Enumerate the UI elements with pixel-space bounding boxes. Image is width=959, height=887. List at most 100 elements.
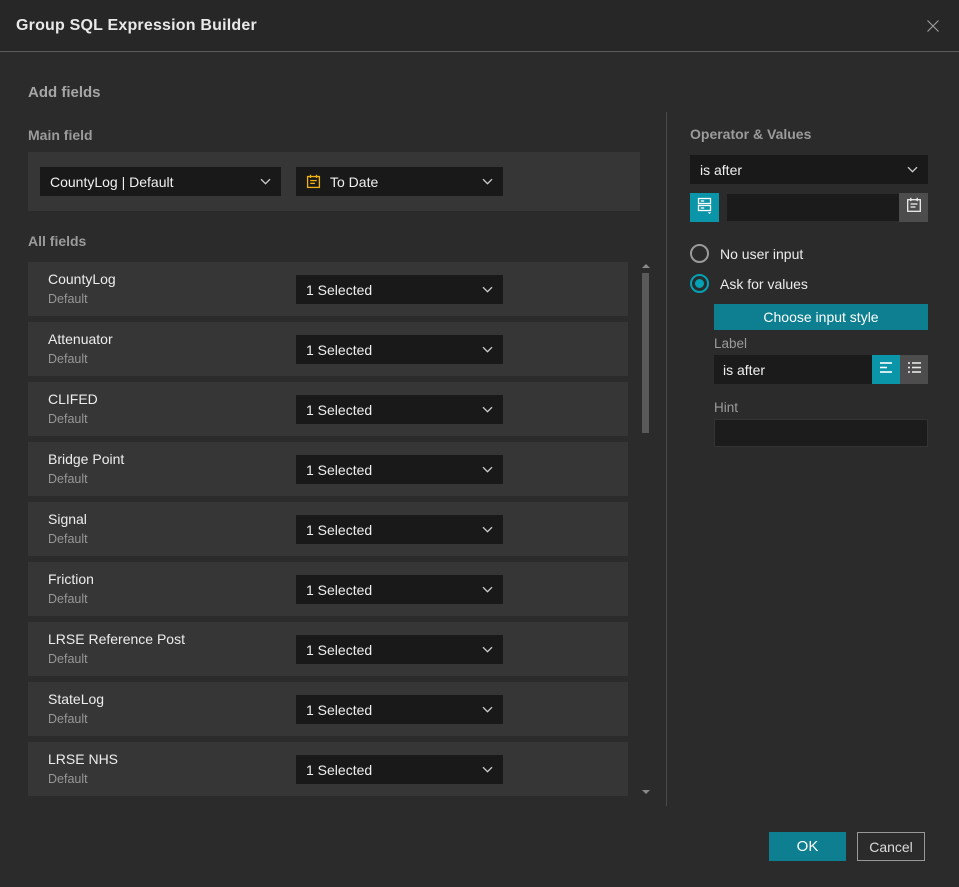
panel-divider <box>666 112 667 806</box>
field-type: Default <box>48 532 88 546</box>
dialog-title: Group SQL Expression Builder <box>16 16 257 34</box>
chevron-down-icon <box>260 178 271 185</box>
group-sql-expression-builder-dialog: Group SQL Expression Builder Add fields … <box>0 0 959 887</box>
chevron-down-icon <box>482 766 493 773</box>
radio-ask-for-values[interactable]: Ask for values <box>690 274 808 293</box>
field-row: Friction Default 1 Selected <box>28 562 628 616</box>
field-type: Default <box>48 652 88 666</box>
field-selected-dropdown[interactable]: 1 Selected <box>296 335 503 364</box>
field-selected-dropdown-value: 1 Selected <box>306 281 373 298</box>
dialog-titlebar: Group SQL Expression Builder <box>0 0 959 52</box>
main-field-panel: CountyLog | Default To Date <box>28 152 640 211</box>
field-selected-dropdown-value: 1 Selected <box>306 761 373 778</box>
field-name: StateLog <box>48 691 105 707</box>
field-name: LRSE Reference Post <box>48 631 185 647</box>
main-field-date-dropdown[interactable]: To Date <box>296 167 503 196</box>
stacked-values-button[interactable] <box>690 193 719 222</box>
field-selected-dropdown[interactable]: 1 Selected <box>296 455 503 484</box>
hint-field-label: Hint <box>714 400 739 415</box>
field-selected-dropdown[interactable]: 1 Selected <box>296 395 503 424</box>
field-selected-dropdown-value: 1 Selected <box>306 521 373 538</box>
field-type: Default <box>48 592 88 606</box>
scroll-up-icon[interactable] <box>641 262 651 270</box>
field-row: LRSE Reference Post Default 1 Selected <box>28 622 628 676</box>
choose-input-style-button[interactable]: Choose input style <box>714 304 928 330</box>
field-name: Bridge Point <box>48 451 125 467</box>
main-field-heading: Main field <box>28 127 93 143</box>
field-selected-dropdown[interactable]: 1 Selected <box>296 275 503 304</box>
label-input[interactable] <box>714 355 872 384</box>
radio-icon <box>690 274 709 293</box>
radio-no-user-input-label: No user input <box>720 245 804 262</box>
field-name: CountyLog <box>48 271 116 287</box>
field-selected-dropdown[interactable]: 1 Selected <box>296 695 503 724</box>
field-selected-dropdown[interactable]: 1 Selected <box>296 575 503 604</box>
field-type: Default <box>48 412 88 426</box>
field-name: Friction <box>48 571 94 587</box>
align-left-icon <box>879 361 894 379</box>
field-row: LRSE NHS Default 1 Selected <box>28 742 628 796</box>
chevron-down-icon <box>482 286 493 293</box>
chevron-down-icon <box>482 706 493 713</box>
field-type: Default <box>48 712 88 726</box>
radio-no-user-input[interactable]: No user input <box>690 244 803 263</box>
field-name: LRSE NHS <box>48 751 119 767</box>
field-selected-dropdown-value: 1 Selected <box>306 641 373 658</box>
field-row: StateLog Default 1 Selected <box>28 682 628 736</box>
ok-button[interactable]: OK <box>769 832 846 861</box>
date-picker-button[interactable] <box>899 193 928 222</box>
operator-dropdown-value: is after <box>700 161 743 178</box>
cancel-button[interactable]: Cancel <box>857 832 925 861</box>
list-style-button[interactable] <box>900 355 928 384</box>
field-row: Attenuator Default 1 Selected <box>28 322 628 376</box>
field-name: Signal <box>48 511 87 527</box>
field-type: Default <box>48 292 88 306</box>
field-row: Signal Default 1 Selected <box>28 502 628 556</box>
field-selected-dropdown[interactable]: 1 Selected <box>296 515 503 544</box>
value-input[interactable] <box>727 194 899 221</box>
add-fields-heading: Add fields <box>28 84 101 101</box>
field-name: CLIFED <box>48 391 98 407</box>
main-field-dropdown[interactable]: CountyLog | Default <box>40 167 281 196</box>
main-field-date-dropdown-value: To Date <box>330 173 379 190</box>
field-row: CountyLog Default 1 Selected <box>28 262 628 316</box>
operator-values-heading: Operator & Values <box>690 126 812 142</box>
single-line-style-button[interactable] <box>872 355 900 384</box>
calendar-icon <box>906 197 922 218</box>
radio-ask-for-values-label: Ask for values <box>720 275 808 292</box>
chevron-down-icon <box>482 586 493 593</box>
chevron-down-icon <box>482 346 493 353</box>
chevron-down-icon <box>482 646 493 653</box>
hint-input[interactable] <box>714 419 928 447</box>
main-field-dropdown-value: CountyLog | Default <box>50 173 174 190</box>
operator-dropdown[interactable]: is after <box>690 155 928 184</box>
close-icon[interactable] <box>923 16 943 36</box>
field-row: CLIFED Default 1 Selected <box>28 382 628 436</box>
field-selected-dropdown[interactable]: 1 Selected <box>296 755 503 784</box>
stacked-values-icon <box>696 196 714 219</box>
chevron-down-icon <box>482 526 493 533</box>
list-scrollbar <box>641 262 651 800</box>
chevron-down-icon <box>482 178 493 185</box>
chevron-down-icon <box>482 406 493 413</box>
field-selected-dropdown-value: 1 Selected <box>306 701 373 718</box>
radio-icon <box>690 244 709 263</box>
field-selected-dropdown-value: 1 Selected <box>306 401 373 418</box>
label-field-label: Label <box>714 336 748 351</box>
chevron-down-icon <box>482 466 493 473</box>
all-fields-list: CountyLog Default 1 Selected Attenuator … <box>28 262 628 802</box>
field-type: Default <box>48 352 88 366</box>
field-row: Bridge Point Default 1 Selected <box>28 442 628 496</box>
calendar-icon <box>306 174 321 189</box>
field-selected-dropdown[interactable]: 1 Selected <box>296 635 503 664</box>
field-selected-dropdown-value: 1 Selected <box>306 581 373 598</box>
all-fields-heading: All fields <box>28 233 87 249</box>
field-type: Default <box>48 772 88 786</box>
scroll-down-icon[interactable] <box>641 788 651 796</box>
field-type: Default <box>48 472 88 486</box>
field-selected-dropdown-value: 1 Selected <box>306 341 373 358</box>
chevron-down-icon <box>907 166 918 173</box>
field-selected-dropdown-value: 1 Selected <box>306 461 373 478</box>
bullet-list-icon <box>907 361 922 379</box>
scrollbar-thumb[interactable] <box>642 273 649 433</box>
